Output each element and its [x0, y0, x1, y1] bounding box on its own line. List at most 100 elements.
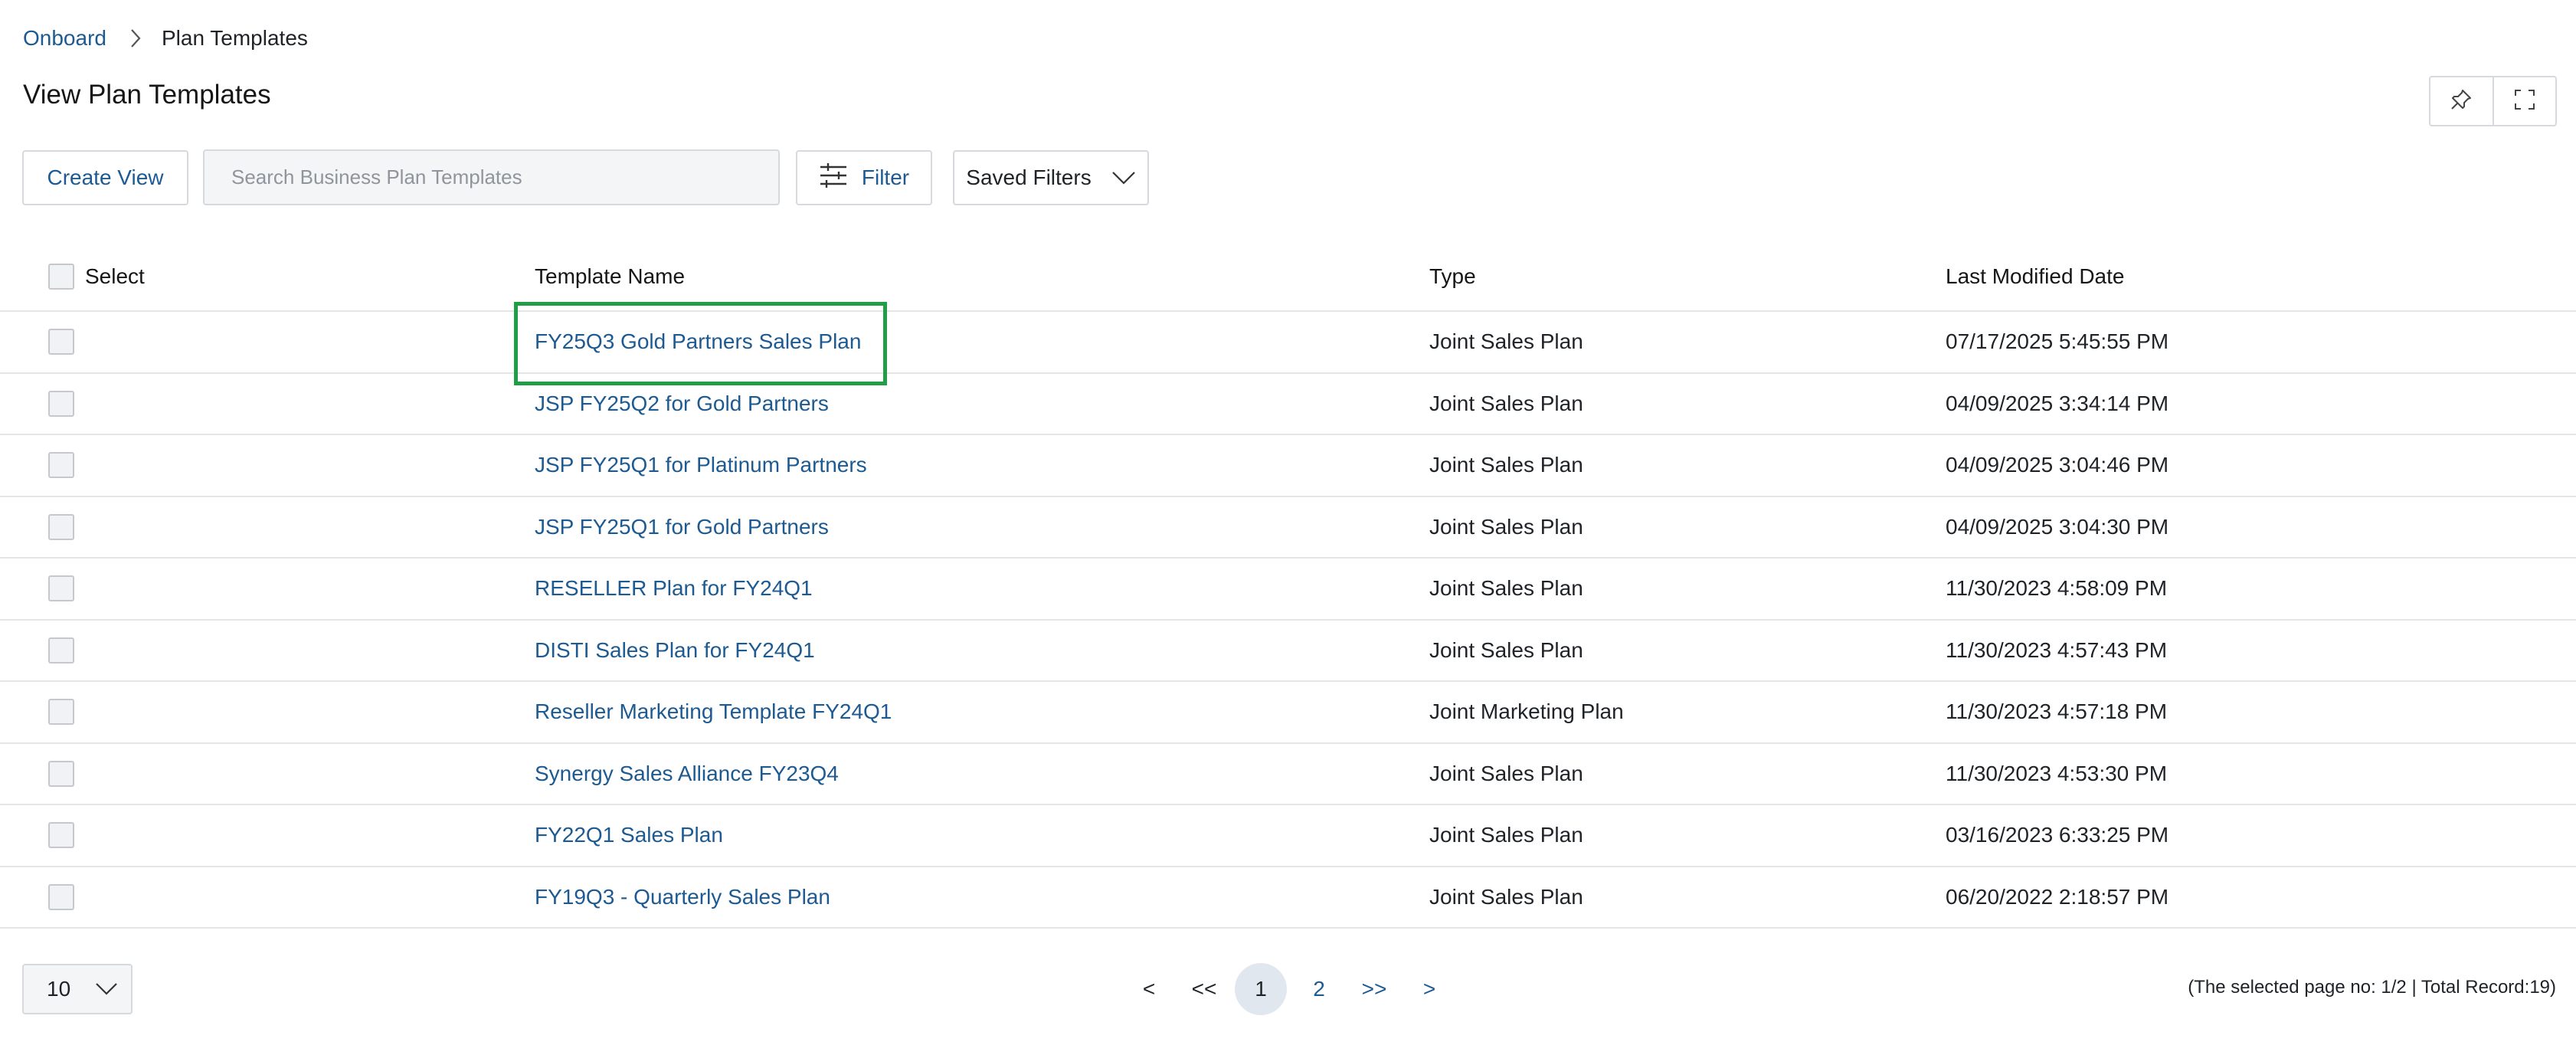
table-row: Reseller Marketing Template FY24Q1 Joint… [0, 682, 2576, 744]
select-all-checkbox[interactable] [48, 264, 74, 290]
template-name-link[interactable]: JSP FY25Q2 for Gold Partners [535, 392, 829, 416]
template-name-cell: FY25Q3 Gold Partners Sales Plan [535, 312, 861, 372]
table-row: Synergy Sales Alliance FY23Q4 Joint Sale… [0, 744, 2576, 805]
table-row: JSP FY25Q1 for Gold Partners Joint Sales… [0, 497, 2576, 559]
filter-button[interactable]: Filter [796, 150, 932, 205]
type-cell: Joint Marketing Plan [1429, 700, 1624, 724]
last-page-button[interactable]: >> [1357, 963, 1391, 1015]
template-name-cell: Synergy Sales Alliance FY23Q4 [535, 744, 839, 804]
row-checkbox[interactable] [48, 390, 74, 417]
row-select-cell [48, 435, 74, 496]
row-checkbox[interactable] [48, 575, 74, 602]
filter-label: Filter [861, 165, 910, 189]
template-name-link[interactable]: JSP FY25Q1 for Gold Partners [535, 515, 829, 539]
row-checkbox[interactable] [48, 329, 74, 355]
chevron-down-icon [1111, 165, 1136, 190]
template-name-link[interactable]: Reseller Marketing Template FY24Q1 [535, 700, 892, 724]
type-cell: Joint Sales Plan [1429, 823, 1583, 847]
row-checkbox[interactable] [48, 513, 74, 540]
select-column-header: Select [48, 243, 145, 310]
row-select-cell [48, 805, 74, 866]
page-2-button[interactable]: 2 [1304, 963, 1334, 1015]
page-1-button[interactable]: 1 [1235, 963, 1287, 1015]
breadcrumb-current: Plan Templates [161, 26, 308, 50]
date-cell: 11/30/2023 4:57:43 PM [1946, 637, 2168, 662]
template-name-link[interactable]: RESELLER Plan for FY24Q1 [535, 576, 813, 601]
last-modified-header[interactable]: Last Modified Date [1946, 243, 2124, 310]
type-cell: Joint Sales Plan [1429, 329, 1583, 354]
table-header-row: Select Template Name Type Last Modified … [0, 243, 2576, 312]
type-cell: Joint Sales Plan [1429, 514, 1583, 539]
row-checkbox[interactable] [48, 883, 74, 910]
date-cell: 11/30/2023 4:57:18 PM [1946, 700, 2168, 724]
page-title: View Plan Templates [23, 80, 271, 110]
row-select-cell [48, 867, 74, 928]
previous-page-button[interactable]: < [1134, 963, 1164, 1015]
type-cell: Joint Sales Plan [1429, 391, 1583, 415]
row-select-cell [48, 744, 74, 804]
view-actions [2429, 76, 2557, 126]
row-checkbox[interactable] [48, 699, 74, 726]
row-checkbox[interactable] [48, 760, 74, 787]
template-name-cell: Reseller Marketing Template FY24Q1 [535, 682, 892, 742]
template-name-cell: JSP FY25Q1 for Gold Partners [535, 497, 829, 558]
date-cell: 06/20/2022 2:18:57 PM [1946, 884, 2169, 909]
table-row: RESELLER Plan for FY24Q1 Joint Sales Pla… [0, 559, 2576, 621]
breadcrumb: Onboard Plan Templates [23, 23, 308, 54]
row-select-cell [48, 374, 74, 434]
type-header[interactable]: Type [1429, 243, 1476, 310]
pin-button[interactable] [2430, 77, 2493, 125]
search-input[interactable] [203, 149, 780, 205]
date-cell: 11/30/2023 4:53:30 PM [1946, 761, 2168, 785]
date-cell: 03/16/2023 6:33:25 PM [1946, 823, 2169, 847]
row-select-cell [48, 559, 74, 619]
template-name-cell: JSP FY25Q1 for Platinum Partners [535, 435, 867, 496]
type-cell: Joint Sales Plan [1429, 576, 1583, 601]
template-name-link[interactable]: DISTI Sales Plan for FY24Q1 [535, 638, 815, 663]
row-select-cell [48, 621, 74, 681]
templates-table: Select Template Name Type Last Modified … [0, 243, 2576, 929]
row-select-cell [48, 497, 74, 558]
template-name-cell: FY22Q1 Sales Plan [535, 805, 723, 866]
row-checkbox[interactable] [48, 452, 74, 479]
chevron-down-icon [95, 977, 118, 1001]
create-view-button[interactable]: Create View [22, 150, 188, 205]
next-page-button[interactable]: > [1416, 963, 1443, 1015]
template-name-link[interactable]: Synergy Sales Alliance FY23Q4 [535, 762, 839, 786]
date-cell: 11/30/2023 4:58:09 PM [1946, 576, 2168, 601]
template-name-cell: FY19Q3 - Quarterly Sales Plan [535, 867, 830, 928]
type-cell: Joint Sales Plan [1429, 761, 1583, 785]
saved-filters-dropdown[interactable]: Saved Filters [953, 150, 1149, 205]
select-header-label: Select [85, 264, 145, 288]
template-name-link[interactable]: FY25Q3 Gold Partners Sales Plan [535, 329, 861, 354]
template-name-link[interactable]: FY19Q3 - Quarterly Sales Plan [535, 885, 830, 909]
template-name-cell: DISTI Sales Plan for FY24Q1 [535, 621, 815, 681]
template-name-cell: JSP FY25Q2 for Gold Partners [535, 374, 829, 434]
date-cell: 04/09/2025 3:04:46 PM [1946, 453, 2169, 477]
template-name-link[interactable]: FY22Q1 Sales Plan [535, 823, 723, 847]
table-row: DISTI Sales Plan for FY24Q1 Joint Sales … [0, 621, 2576, 682]
table-row: JSP FY25Q1 for Platinum Partners Joint S… [0, 435, 2576, 497]
type-cell: Joint Sales Plan [1429, 884, 1583, 909]
breadcrumb-onboard-link[interactable]: Onboard [23, 26, 106, 51]
fullscreen-icon [2513, 88, 2536, 115]
page-record-info: (The selected page no: 1/2 | Total Recor… [2188, 977, 2556, 998]
date-cell: 04/09/2025 3:34:14 PM [1946, 391, 2169, 415]
page-size-value: 10 [47, 977, 71, 1001]
chevron-right-icon [129, 28, 142, 49]
date-cell: 04/09/2025 3:04:30 PM [1946, 514, 2169, 539]
template-name-header[interactable]: Template Name [535, 243, 685, 310]
type-cell: Joint Sales Plan [1429, 453, 1583, 477]
filter-sliders-icon [819, 162, 848, 194]
row-select-cell [48, 682, 74, 742]
type-cell: Joint Sales Plan [1429, 637, 1583, 662]
template-name-link[interactable]: JSP FY25Q1 for Platinum Partners [535, 453, 867, 477]
page-size-select[interactable]: 10 [22, 964, 133, 1014]
saved-filters-label: Saved Filters [966, 165, 1092, 189]
first-page-button[interactable]: << [1187, 963, 1221, 1015]
table-row: JSP FY25Q2 for Gold Partners Joint Sales… [0, 374, 2576, 435]
row-checkbox[interactable] [48, 822, 74, 849]
pin-icon [2450, 88, 2473, 115]
fullscreen-button[interactable] [2492, 77, 2556, 125]
row-checkbox[interactable] [48, 637, 74, 663]
